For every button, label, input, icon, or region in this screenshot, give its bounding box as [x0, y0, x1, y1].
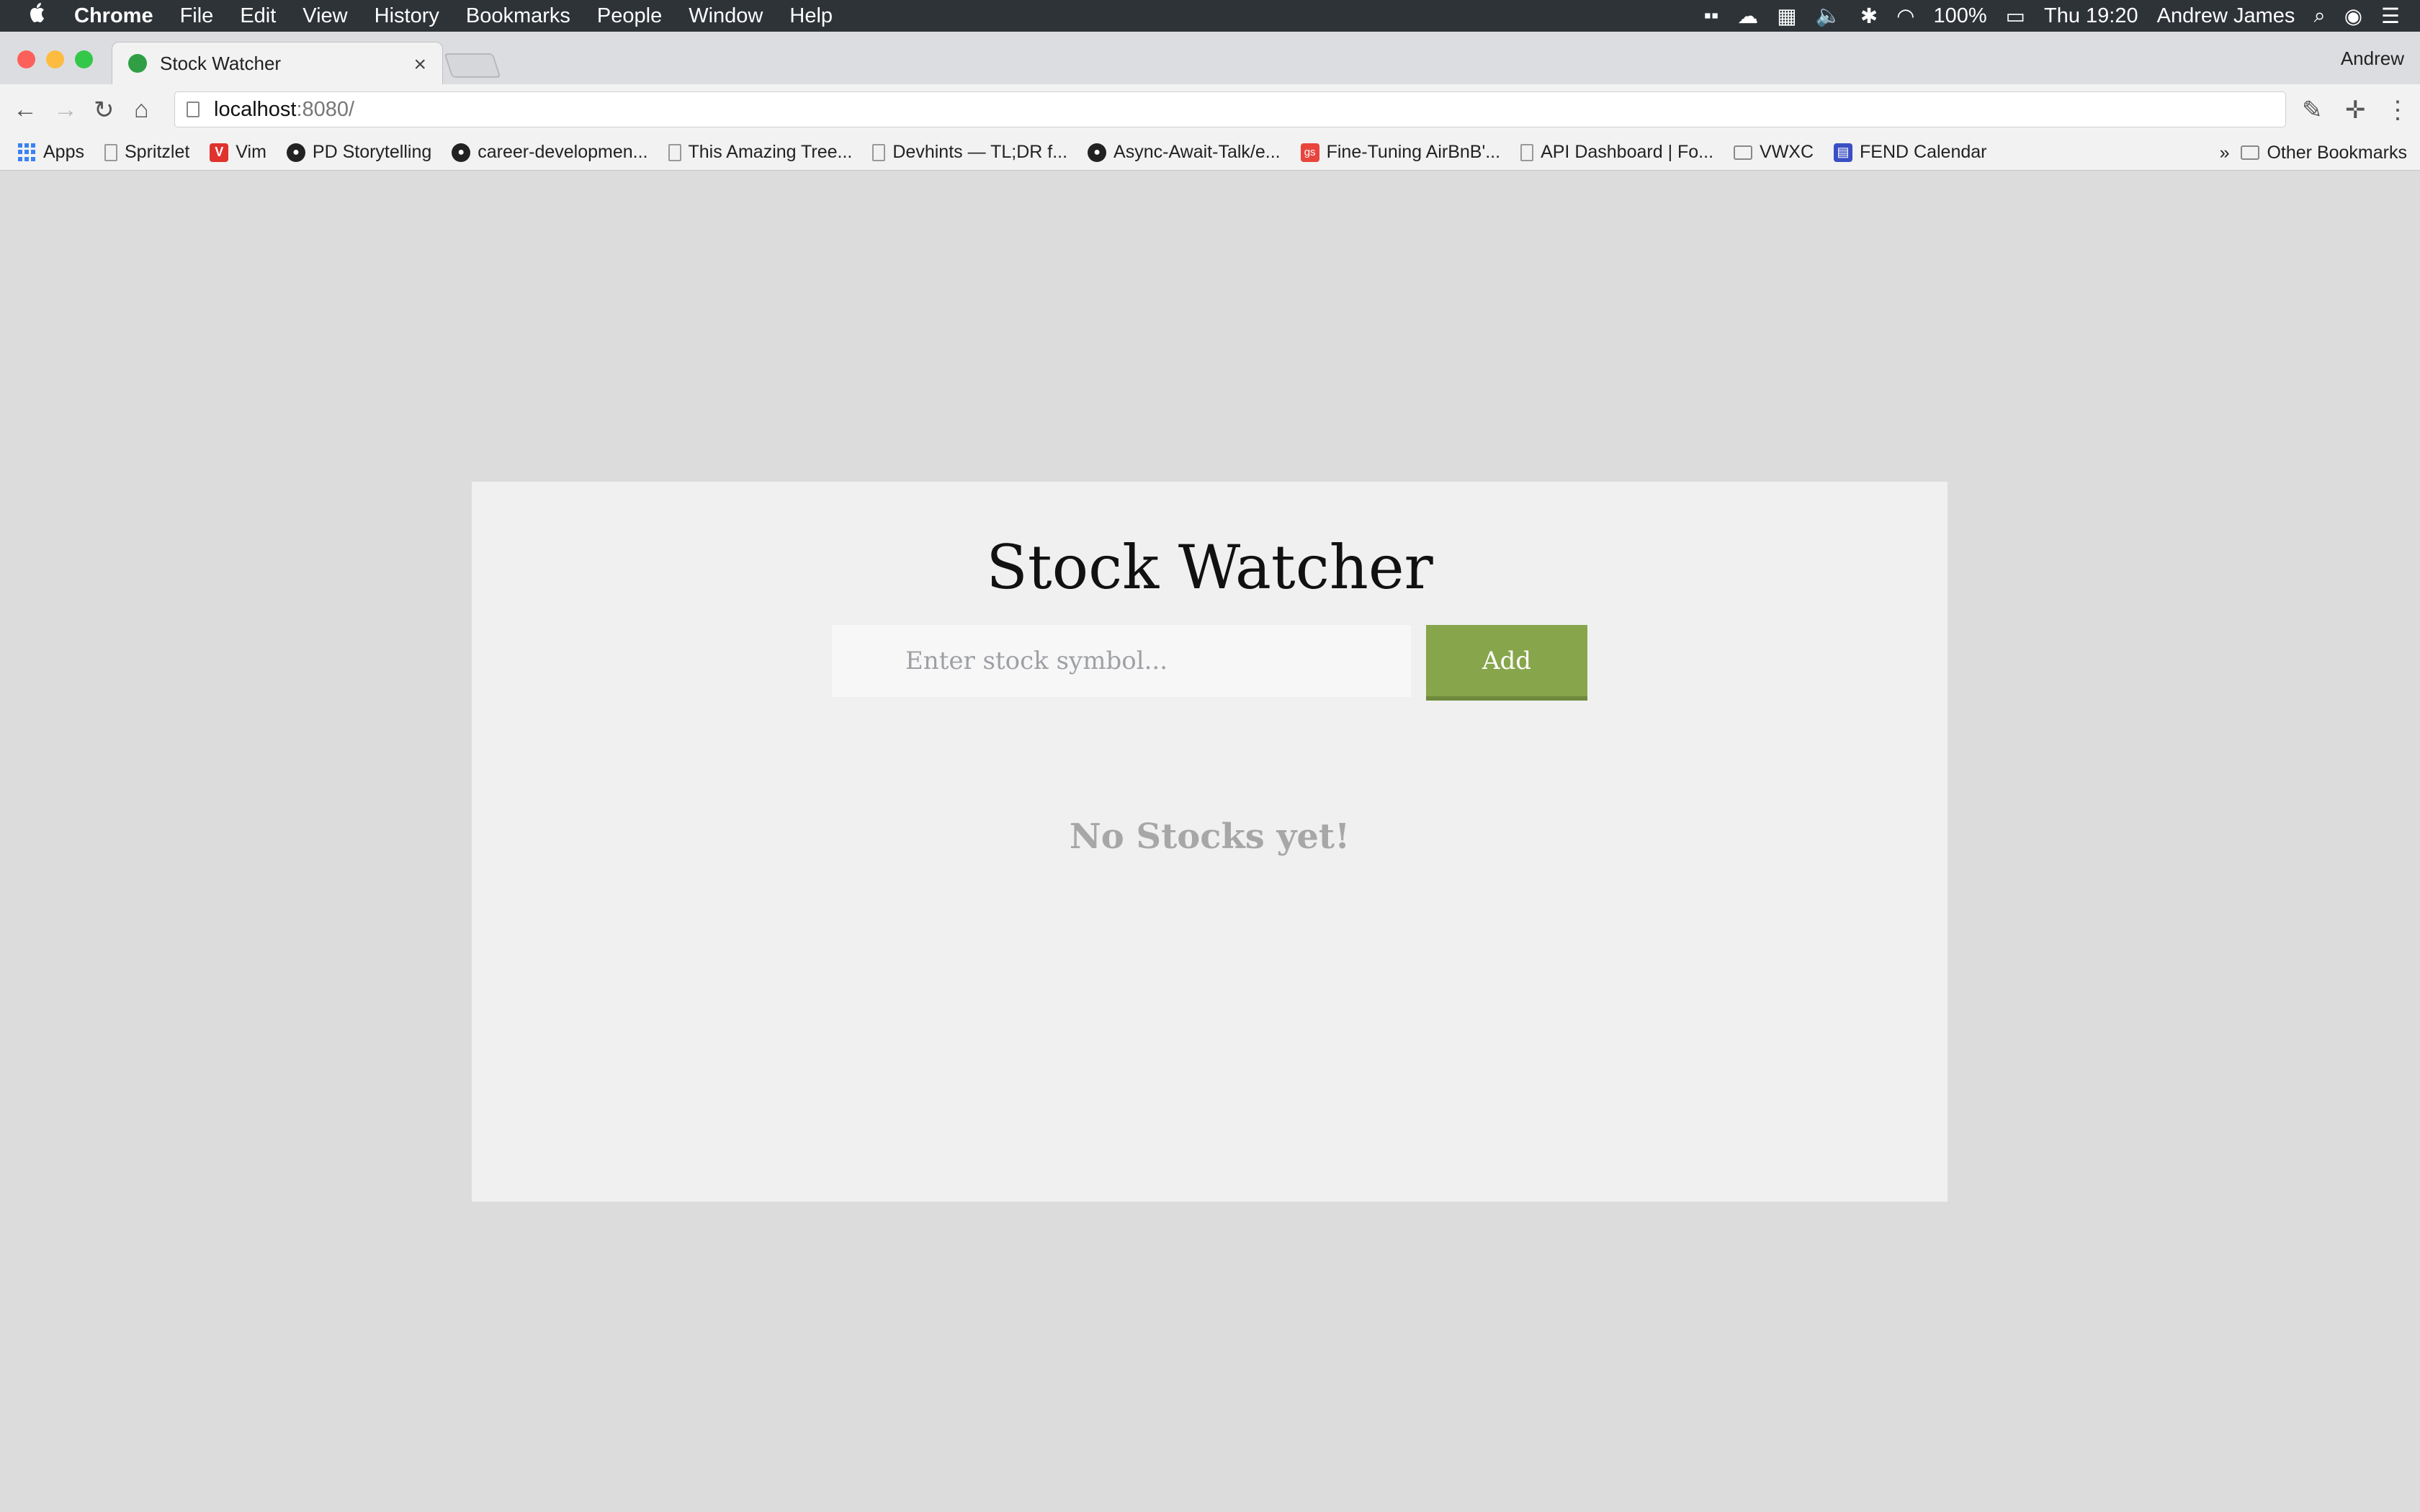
wifi-icon[interactable]: ◠ — [1896, 4, 1914, 29]
message-icon[interactable]: ▪▪ — [1704, 4, 1719, 28]
close-window-button[interactable] — [17, 50, 35, 68]
bookmark-label: API Dashboard | Fo... — [1541, 142, 1714, 162]
bookmark-career-development[interactable]: ● career-developmen... — [452, 142, 648, 163]
tab-title: Stock Watcher — [160, 52, 282, 74]
back-icon[interactable]: ← — [13, 96, 37, 124]
layout-icon[interactable]: ▦ — [1777, 4, 1796, 29]
page-icon — [1520, 143, 1534, 161]
bookmark-label: FEND Calendar — [1860, 142, 1987, 162]
page-icon — [872, 143, 886, 161]
github-icon: ● — [286, 143, 305, 162]
menu-help[interactable]: Help — [789, 4, 833, 28]
bookmark-label: career-developmen... — [478, 142, 648, 162]
page-icon — [668, 143, 681, 161]
bookmark-amazing-tree[interactable]: This Amazing Tree... — [668, 142, 853, 163]
folder-icon — [2241, 145, 2260, 160]
cloud-icon[interactable]: ☁ — [1737, 4, 1758, 29]
bookmark-label: Apps — [43, 142, 84, 162]
bookmark-label: Devhints — TL;DR f... — [892, 142, 1068, 162]
minimize-window-button[interactable] — [46, 50, 64, 68]
address-bar[interactable]: localhost:8080/ — [174, 91, 2286, 127]
menu-file[interactable]: File — [180, 4, 214, 28]
tab-strip: Stock Watcher × Andrew — [0, 32, 2420, 84]
bookmark-async-await[interactable]: ● Async-Await-Talk/e... — [1088, 142, 1281, 163]
volume-icon[interactable]: 🔈 — [1816, 4, 1842, 28]
calendar-icon: ▤ — [1834, 143, 1853, 162]
clock[interactable]: Thu 19:20 — [2044, 4, 2138, 28]
menu-edit[interactable]: Edit — [240, 4, 276, 28]
bookmark-label: Async-Await-Talk/e... — [1113, 142, 1281, 162]
github-icon: ● — [452, 143, 471, 162]
stock-watcher-card: Stock Watcher Add No Stocks yet! — [472, 482, 1948, 1202]
folder-icon — [1734, 145, 1753, 160]
bookmarks-bar: Apps Spritzlet V Vim ● PD Storytelling ● ca… — [0, 135, 2420, 171]
url-host: localhost — [214, 97, 297, 121]
bookmark-label: This Amazing Tree... — [688, 142, 853, 162]
extension-icon[interactable]: ✎ — [2302, 96, 2323, 125]
menu-view[interactable]: View — [302, 4, 347, 28]
bookmark-spritzlet[interactable]: Spritzlet — [104, 142, 189, 163]
bookmark-label: VWXC — [1760, 142, 1814, 162]
bookmark-devhints[interactable]: Devhints — TL;DR f... — [872, 142, 1067, 163]
menu-app-name[interactable]: Chrome — [74, 4, 153, 28]
bookmark-pd-storytelling[interactable]: ● PD Storytelling — [286, 142, 432, 163]
reload-icon[interactable]: ↻ — [94, 96, 115, 125]
forward-icon[interactable]: → — [53, 96, 78, 124]
menu-window[interactable]: Window — [689, 4, 763, 28]
url-port: :8080/ — [296, 97, 355, 121]
more-bookmarks-chevron-icon[interactable]: » — [2220, 143, 2230, 163]
favicon-icon — [128, 54, 147, 73]
maximize-window-button[interactable] — [75, 50, 93, 68]
bookmark-label: Spritzlet — [124, 142, 190, 162]
bluetooth-icon[interactable]: ✱ — [1860, 4, 1878, 29]
battery-icon[interactable]: ▭ — [2006, 4, 2025, 29]
menu-people[interactable]: People — [597, 4, 662, 28]
page-viewport: Stock Watcher Add No Stocks yet! — [0, 171, 2420, 1512]
bookmark-label: PD Storytelling — [312, 142, 432, 162]
page-info-icon[interactable] — [187, 102, 200, 117]
other-bookmarks[interactable]: Other Bookmarks — [2241, 143, 2407, 163]
empty-state-message: No Stocks yet! — [1069, 816, 1350, 857]
bookmark-vwxc[interactable]: VWXC — [1734, 142, 1814, 163]
bookmark-vim[interactable]: V Vim — [210, 142, 266, 163]
browser-toolbar: ← → ↻ ⌂ localhost:8080/ ✎ ✛ ⋮ — [0, 84, 2420, 135]
add-stock-button[interactable]: Add — [1426, 625, 1587, 701]
menu-bookmarks[interactable]: Bookmarks — [466, 4, 570, 28]
menu-icon[interactable]: ⋮ — [2385, 96, 2410, 125]
macos-menubar: Chrome File Edit View History Bookmarks … — [0, 0, 2420, 32]
stock-symbol-input[interactable] — [832, 625, 1411, 697]
bookmark-api-dashboard[interactable]: API Dashboard | Fo... — [1520, 142, 1713, 163]
page-icon — [104, 143, 117, 161]
bookmark-apps[interactable]: Apps — [17, 142, 84, 163]
github-icon: ● — [1088, 143, 1107, 162]
move-icon[interactable]: ✛ — [2345, 96, 2366, 125]
siri-icon[interactable]: ◉ — [2344, 4, 2362, 29]
close-tab-icon[interactable]: × — [413, 53, 426, 77]
bookmark-fine-tuning[interactable]: gs Fine-Tuning AirBnB'... — [1300, 142, 1501, 163]
apps-grid-icon — [17, 143, 36, 162]
other-bookmarks-label: Other Bookmarks — [2267, 142, 2407, 163]
user-name[interactable]: Andrew James — [2157, 4, 2295, 28]
bookmark-label: Fine-Tuning AirBnB'... — [1326, 142, 1501, 162]
notification-center-icon[interactable]: ☰ — [2381, 4, 2400, 29]
battery-percent[interactable]: 100% — [1933, 4, 1986, 28]
gs-icon: gs — [1300, 143, 1319, 162]
new-tab-button[interactable] — [444, 53, 501, 78]
apple-menu-icon[interactable] — [27, 1, 48, 30]
bookmark-label: Vim — [236, 142, 266, 162]
spotlight-icon[interactable]: ⌕ — [2313, 4, 2325, 28]
page-title: Stock Watcher — [986, 532, 1433, 603]
bookmark-fend-calendar[interactable]: ▤ FEND Calendar — [1834, 142, 1986, 163]
home-icon[interactable]: ⌂ — [134, 96, 149, 124]
menu-history[interactable]: History — [375, 4, 439, 28]
profile-button[interactable]: Andrew — [2341, 48, 2404, 70]
vim-icon: V — [210, 143, 229, 162]
tab-stock-watcher[interactable]: Stock Watcher × — [112, 42, 443, 84]
